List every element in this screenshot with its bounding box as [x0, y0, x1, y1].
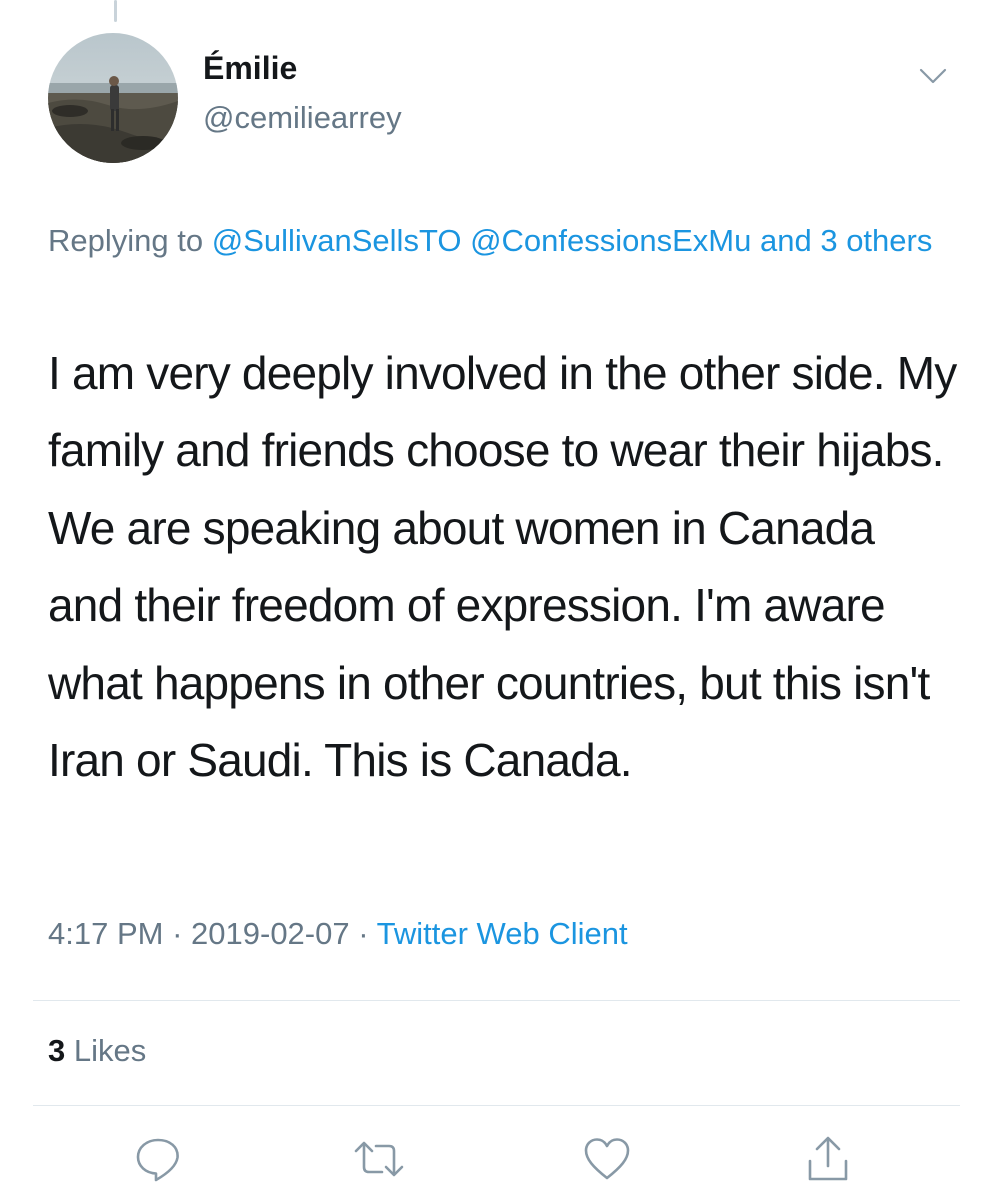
avatar[interactable] [48, 33, 178, 163]
chevron-down-icon[interactable] [917, 64, 949, 88]
others-link[interactable]: and 3 others [760, 223, 932, 258]
likes-count: 3 [48, 1033, 66, 1068]
likes-label: Likes [73, 1033, 147, 1068]
likes-stat[interactable]: 3 Likes [48, 1033, 146, 1069]
heart-icon[interactable] [581, 1133, 633, 1185]
divider [33, 1105, 960, 1106]
tweet-text: I am very deeply involved in the other s… [48, 347, 957, 787]
author-handle[interactable]: @cemiliearrey [203, 100, 402, 136]
mention-link[interactable]: @ConfessionsExMu [470, 223, 751, 258]
reply-context: Replying to @SullivanSellsTO @Confession… [48, 214, 948, 267]
meta-separator: · [172, 916, 183, 951]
tweet-meta: 4:17 PM · 2019-02-07 · Twitter Web Clien… [48, 916, 628, 952]
thread-connector-line [114, 0, 117, 22]
author-display-name[interactable]: Émilie [203, 50, 297, 87]
retweet-icon[interactable] [353, 1133, 405, 1185]
mention-link[interactable]: @SullivanSellsTO [212, 223, 462, 258]
tweet-date[interactable]: 2019-02-07 [191, 916, 350, 951]
replying-to-label: Replying to [48, 223, 204, 258]
reply-icon[interactable] [132, 1133, 184, 1185]
client-link[interactable]: Twitter Web Client [377, 916, 628, 951]
divider [33, 1000, 960, 1001]
share-icon[interactable] [802, 1133, 854, 1185]
meta-separator: · [358, 916, 369, 951]
avatar-photo [48, 33, 178, 163]
tweet-time[interactable]: 4:17 PM [48, 916, 163, 951]
